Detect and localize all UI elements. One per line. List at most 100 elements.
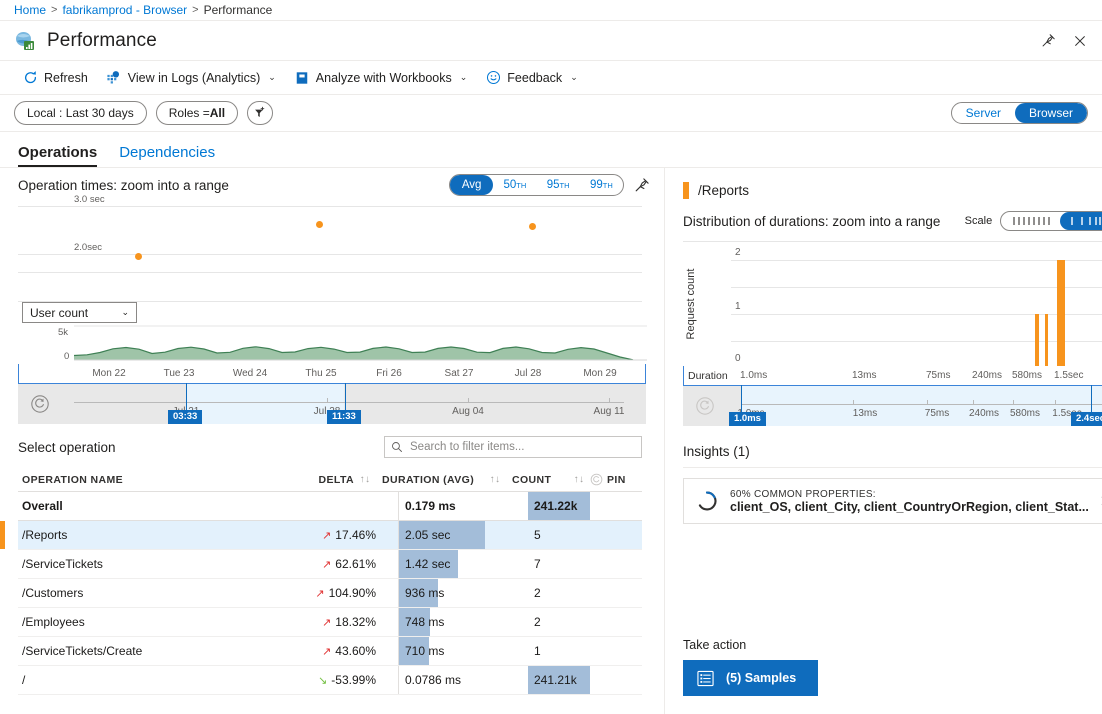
x-tick: Fri 26 — [376, 368, 402, 379]
range-tick — [973, 400, 974, 405]
sort-duration-icon[interactable]: ↑↓ — [484, 474, 506, 485]
percentile-50th[interactable]: 50TH — [493, 175, 536, 195]
gridline — [18, 206, 642, 207]
y-tick-0: 0 — [735, 353, 741, 364]
col-duration-avg[interactable]: DURATION (AVG) — [376, 474, 484, 486]
table-row[interactable]: /Reports ↗ 17.46% 2.05 sec 5 — [18, 521, 642, 550]
pin-column-icon — [590, 473, 603, 486]
insights-title: Insights (1) — [665, 426, 1102, 459]
operation-color-chip — [683, 182, 689, 199]
sort-count-icon[interactable]: ↑↓ — [568, 474, 590, 485]
pin-icon[interactable] — [1034, 27, 1062, 55]
smiley-icon — [485, 70, 501, 86]
percentile-99th[interactable]: 99TH — [580, 175, 623, 195]
scale-toggle — [1000, 211, 1102, 231]
duration-range-selection[interactable] — [741, 386, 1102, 426]
scale-log-option[interactable] — [1060, 212, 1102, 230]
duration-handle-right[interactable] — [1091, 385, 1092, 413]
view-in-logs-button[interactable]: View in Logs (Analytics) ⌄ — [98, 65, 284, 91]
time-range-slider[interactable]: Jul 21 Jul 28 Aug 04 Aug 11 03:33 11:33 — [18, 384, 646, 424]
feedback-button[interactable]: Feedback ⌄ — [477, 65, 585, 91]
filter-bar: Local : Last 30 days Roles = All Server … — [0, 95, 1102, 132]
roles-filter[interactable]: Roles = All — [156, 101, 238, 125]
x-tick: 1.0ms — [740, 370, 767, 381]
scope-toggle-server[interactable]: Server — [952, 103, 1015, 123]
row-delta: ↗ 62.61% — [296, 557, 376, 571]
percentile-95th-suffix: TH — [560, 181, 570, 190]
row-count-value: 2 — [528, 586, 541, 600]
y-tick-3sec: 3.0 sec — [74, 194, 105, 205]
row-operation-name: /Reports — [18, 528, 296, 542]
analyze-with-workbooks-button[interactable]: Analyze with Workbooks ⌄ — [286, 65, 475, 91]
table-row[interactable]: Overall 0.179 ms 241.22k — [18, 492, 642, 521]
search-box[interactable] — [384, 436, 642, 458]
metric-select[interactable]: User count ⌄ — [22, 302, 137, 323]
feedback-label: Feedback — [507, 71, 562, 85]
reset-zoom-icon[interactable] — [30, 394, 50, 414]
percentile-avg[interactable]: Avg — [450, 175, 493, 195]
range-tick — [1055, 400, 1056, 405]
table-row[interactable]: /ServiceTickets/Create ↗ 43.60% 710 ms 1 — [18, 637, 642, 666]
table-row[interactable]: /Customers ↗ 104.90% 936 ms 2 — [18, 579, 642, 608]
col-operation-name[interactable]: OPERATION NAME — [18, 474, 274, 486]
scope-toggle-browser[interactable]: Browser — [1015, 103, 1087, 123]
table-row[interactable]: /Employees ↗ 18.32% 748 ms 2 — [18, 608, 642, 637]
operation-times-scatter-chart[interactable]: 3.0 sec 2.0sec — [18, 202, 646, 302]
row-count-value: 5 — [528, 528, 541, 542]
close-icon[interactable] — [1066, 27, 1094, 55]
x-tick: 240ms — [972, 370, 1002, 381]
row-operation-name: / — [18, 673, 296, 687]
duration-distribution-chart[interactable]: Request count 2 1 0 — [683, 241, 1102, 366]
breadcrumb-item-resource[interactable]: fabrikamprod - Browser — [62, 3, 187, 17]
x-tick: Wed 24 — [233, 368, 267, 379]
x-tick: Mon 29 — [583, 368, 616, 379]
gridline — [18, 272, 642, 273]
breadcrumb-item-home[interactable]: Home — [14, 3, 46, 17]
search-input[interactable] — [408, 440, 635, 454]
row-duration: 748 ms — [398, 608, 506, 636]
user-count-chart[interactable]: User count ⌄ 5k 0 — [18, 302, 646, 364]
take-action-label: Take action — [683, 638, 1102, 652]
logs-icon — [106, 70, 122, 86]
insights-divider — [683, 467, 1102, 468]
scale-linear-option[interactable] — [1001, 212, 1060, 230]
insight-text: 60% COMMON PROPERTIES: client_OS, client… — [730, 489, 1089, 514]
time-range-selection[interactable] — [186, 384, 344, 424]
insight-card[interactable]: 60% COMMON PROPERTIES: client_OS, client… — [683, 478, 1102, 524]
row-delta: ↘ -53.99% — [296, 673, 376, 687]
samples-button[interactable]: (5) Samples — [683, 660, 818, 696]
tab-dependencies[interactable]: Dependencies — [119, 144, 215, 167]
range-handle-right[interactable] — [345, 383, 346, 411]
table-row[interactable]: /ServiceTickets ↗ 62.61% 1.42 sec 7 — [18, 550, 642, 579]
duration-handle-left[interactable] — [741, 385, 742, 413]
range-tick-label: Aug 11 — [594, 406, 625, 417]
take-action-section: Take action (5) Samples — [665, 638, 1102, 714]
add-filter-button[interactable] — [247, 101, 273, 125]
percentile-95th[interactable]: 95TH — [537, 175, 580, 195]
row-duration-value: 936 ms — [399, 586, 444, 600]
table-row[interactable]: / ↘ -53.99% 0.0786 ms 241.21k — [18, 666, 642, 695]
row-selection-marker — [0, 521, 5, 549]
percentile-50th-label: 50 — [503, 179, 516, 191]
range-handle-left[interactable] — [186, 383, 187, 411]
col-count[interactable]: COUNT — [506, 474, 568, 486]
pin-chart-icon[interactable] — [634, 177, 650, 193]
duration-range-slider[interactable]: 1.0ms 13ms 75ms 240ms 580ms 1.5sec 1.0ms… — [683, 386, 1102, 426]
chevron-down-icon: ⌄ — [460, 72, 468, 83]
row-delta-value: -53.99% — [331, 673, 376, 687]
time-range-filter[interactable]: Local : Last 30 days — [14, 101, 147, 125]
reset-zoom-icon[interactable] — [695, 396, 715, 416]
gridline — [18, 254, 642, 255]
duration-handle-right-label: 2.4sec — [1071, 412, 1102, 426]
col-delta[interactable]: DELTA — [274, 474, 354, 486]
tab-operations[interactable]: Operations — [18, 144, 97, 167]
range-handle-right-label: 11:33 — [327, 410, 361, 424]
sort-delta-icon[interactable]: ↑↓ — [354, 474, 376, 485]
range-tick-label: 75ms — [925, 408, 949, 419]
row-duration-value: 710 ms — [399, 644, 444, 658]
breadcrumb: Home > fabrikamprod - Browser > Performa… — [0, 0, 1102, 21]
refresh-button[interactable]: Refresh — [14, 65, 96, 91]
duration-axis: Duration 1.0ms 13ms 75ms 240ms 580ms 1.5… — [683, 366, 1102, 386]
y-tick-2sec: 2.0sec — [74, 242, 102, 253]
range-tick — [327, 398, 328, 403]
